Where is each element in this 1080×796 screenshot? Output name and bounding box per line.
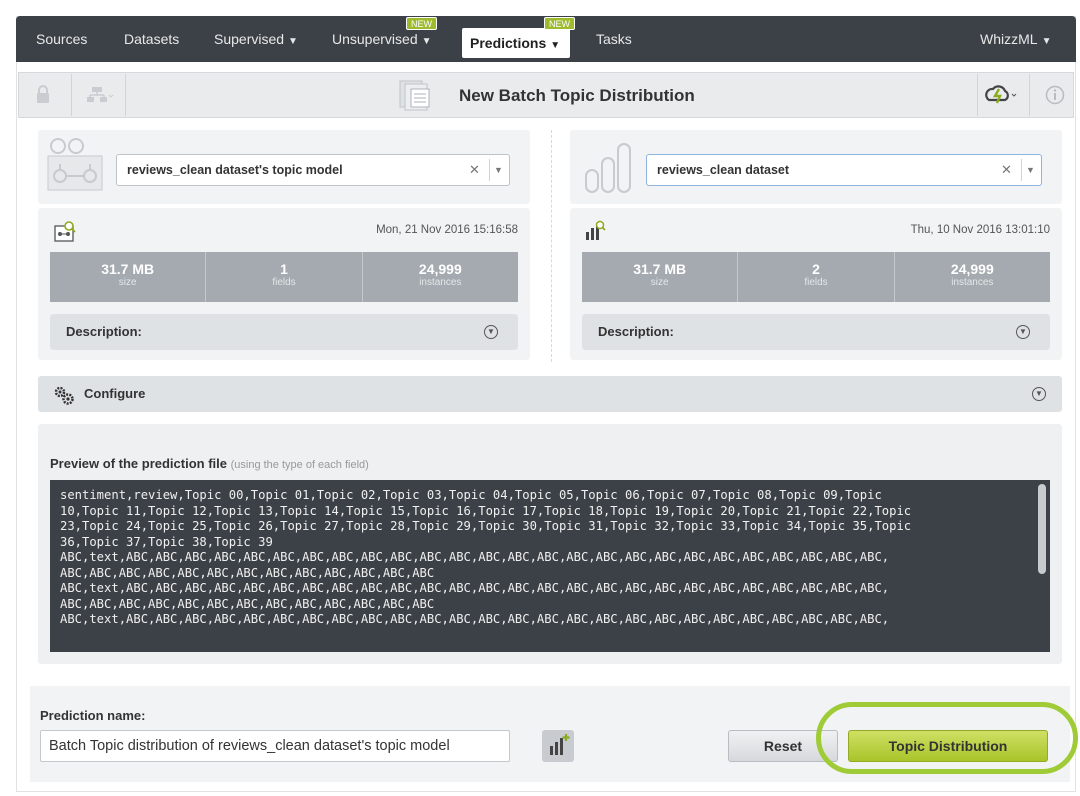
preview-line: ABC,ABC,ABC,ABC,ABC,ABC,ABC,ABC,ABC,ABC,… bbox=[60, 565, 435, 580]
gears-icon bbox=[52, 384, 76, 409]
info-icon[interactable] bbox=[1045, 85, 1065, 108]
prediction-file-preview: Preview of the prediction file (using th… bbox=[38, 424, 1062, 664]
stat-label: instances bbox=[419, 277, 462, 288]
preview-line: ABC,text,ABC,ABC,ABC,ABC,ABC,ABC,ABC,ABC… bbox=[60, 612, 890, 626]
add-dataset-button[interactable] bbox=[542, 730, 574, 762]
nav-predictions[interactable]: Predictions ▼ bbox=[462, 28, 571, 58]
preview-line: ABC,ABC,ABC,ABC,ABC,ABC,ABC,ABC,ABC,ABC,… bbox=[60, 596, 435, 611]
stat-label: fields bbox=[804, 277, 828, 288]
new-badge: NEW bbox=[544, 17, 575, 30]
prediction-name-bar: Prediction name: Reset Topic Distributio… bbox=[30, 686, 1078, 782]
chevron-down-circle-icon[interactable]: ▼ bbox=[1016, 325, 1030, 339]
stat-value: 1 bbox=[280, 261, 288, 277]
clear-icon[interactable]: ✕ bbox=[1001, 155, 1012, 185]
dataset-icon bbox=[584, 140, 636, 197]
dataset-stats: 31.7 MB size 2 fields 24,999 instances bbox=[582, 252, 1050, 302]
nav-predictions-label: Predictions bbox=[470, 35, 547, 51]
preview-line: 10,Topic 11,Topic 12,Topic 13,Topic 14,T… bbox=[60, 503, 912, 518]
dataset-description-toggle[interactable]: Description: ▼ bbox=[582, 314, 1050, 350]
topic-model-small-icon[interactable] bbox=[54, 220, 76, 245]
dataset-selector-panel: reviews_clean dataset ✕ ▼ bbox=[570, 130, 1062, 204]
preview-scrollbar[interactable] bbox=[1038, 484, 1046, 574]
chevron-down-icon[interactable]: ▼ bbox=[1021, 159, 1039, 181]
preview-subtitle: (using the type of each field) bbox=[230, 459, 369, 471]
dataset-created-date: Thu, 10 Nov 2016 13:01:10 bbox=[910, 224, 1050, 236]
preview-code-box[interactable]: sentiment,review,Topic 00,Topic 01,Topic… bbox=[50, 480, 1050, 652]
panel-divider bbox=[551, 130, 552, 362]
description-label: Description: bbox=[598, 324, 674, 339]
nav-datasets[interactable]: Datasets bbox=[124, 16, 179, 62]
dataset-select[interactable]: reviews_clean dataset ✕ ▼ bbox=[646, 154, 1042, 186]
cloud-action-icon[interactable] bbox=[985, 84, 1019, 109]
chevron-down-icon: ▼ bbox=[550, 40, 561, 51]
page-title: New Batch Topic Distribution bbox=[459, 86, 695, 105]
stat-value: 31.7 MB bbox=[101, 261, 155, 277]
bar-chart-plus-icon bbox=[550, 734, 570, 755]
divider bbox=[1029, 74, 1030, 116]
stat-value: 24,999 bbox=[418, 261, 462, 277]
batch-prediction-icon bbox=[399, 80, 435, 115]
nav-sources[interactable]: Sources bbox=[36, 16, 87, 62]
model-stats: 31.7 MB size 1 fields 24,999 instances bbox=[50, 252, 518, 302]
stat-value: 31.7 MB bbox=[633, 261, 687, 277]
new-badge: NEW bbox=[406, 17, 437, 30]
preview-line: 36,Topic 37,Topic 38,Topic 39 bbox=[60, 534, 273, 549]
topic-distribution-button[interactable]: Topic Distribution bbox=[848, 730, 1048, 762]
top-navigation: Sources Datasets Supervised ▼ Unsupervise… bbox=[16, 16, 1076, 62]
preview-line: 23,Topic 24,Topic 25,Topic 26,Topic 27,T… bbox=[60, 519, 912, 533]
preview-line: ABC,text,ABC,ABC,ABC,ABC,ABC,ABC,ABC,ABC… bbox=[60, 581, 890, 595]
nav-unsupervised-label: Unsupervised bbox=[332, 31, 418, 47]
nav-whizzml[interactable]: WhizzML ▼ bbox=[980, 16, 1051, 62]
model-created-date: Mon, 21 Nov 2016 15:16:58 bbox=[376, 224, 518, 236]
stat-value: 2 bbox=[812, 261, 820, 277]
description-label: Description: bbox=[66, 324, 142, 339]
stat-instances: 24,999 instances bbox=[363, 252, 518, 302]
stat-fields: 2 fields bbox=[738, 252, 895, 302]
stat-instances: 24,999 instances bbox=[895, 252, 1050, 302]
topic-model-selector-panel: reviews_clean dataset's topic model ✕ ▼ bbox=[38, 130, 530, 204]
chevron-down-circle-icon[interactable]: ▼ bbox=[1032, 387, 1046, 401]
stat-label: fields bbox=[272, 277, 296, 288]
selected-dataset: reviews_clean dataset bbox=[657, 163, 790, 177]
dataset-info-panel: Thu, 10 Nov 2016 13:01:10 31.7 MB size 2f… bbox=[570, 208, 1062, 360]
nav-supervised[interactable]: Supervised ▼ bbox=[214, 16, 298, 62]
chevron-down-icon: ▼ bbox=[421, 36, 432, 47]
stat-size: 31.7 MB size bbox=[50, 252, 207, 302]
topic-model-select[interactable]: reviews_clean dataset's topic model ✕ ▼ bbox=[116, 154, 510, 186]
chevron-down-icon[interactable]: ▼ bbox=[489, 159, 507, 181]
tree-view-icon[interactable] bbox=[85, 85, 115, 108]
model-description-toggle[interactable]: Description: ▼ bbox=[50, 314, 518, 350]
preview-title-text: Preview of the prediction file bbox=[50, 456, 227, 471]
stat-label: instances bbox=[951, 277, 994, 288]
topic-model-icon bbox=[46, 136, 104, 195]
preview-line: ABC,text,ABC,ABC,ABC,ABC,ABC,ABC,ABC,ABC… bbox=[60, 550, 890, 564]
configure-toggle[interactable]: Configure ▼ bbox=[38, 376, 1062, 412]
clear-icon[interactable]: ✕ bbox=[469, 155, 480, 185]
configure-label: Configure bbox=[84, 386, 146, 401]
divider bbox=[71, 74, 72, 116]
chevron-down-circle-icon[interactable]: ▼ bbox=[484, 325, 498, 339]
chevron-down-icon: ▼ bbox=[1041, 36, 1052, 47]
preview-title: Preview of the prediction file (using th… bbox=[50, 456, 369, 471]
divider bbox=[125, 74, 126, 116]
stat-fields: 1 fields bbox=[206, 252, 363, 302]
prediction-name-label: Prediction name: bbox=[40, 708, 146, 723]
stat-size: 31.7 MB size bbox=[582, 252, 739, 302]
stat-label: size bbox=[650, 277, 669, 288]
preview-line: sentiment,review,Topic 00,Topic 01,Topic… bbox=[60, 488, 882, 502]
selected-topic-model: reviews_clean dataset's topic model bbox=[127, 163, 343, 177]
stat-label: size bbox=[118, 277, 137, 288]
prediction-name-input[interactable] bbox=[40, 730, 510, 762]
nav-whizzml-label: WhizzML bbox=[980, 31, 1038, 47]
lock-icon[interactable] bbox=[35, 85, 51, 108]
chevron-down-icon: ▼ bbox=[288, 36, 298, 47]
divider bbox=[977, 74, 978, 116]
topic-model-info-panel: Mon, 21 Nov 2016 15:16:58 31.7 MB size 1f… bbox=[38, 208, 530, 360]
nav-supervised-label: Supervised bbox=[214, 31, 285, 47]
dataset-small-icon[interactable] bbox=[584, 220, 606, 245]
title-bar: New Batch Topic Distribution bbox=[18, 72, 1074, 118]
stat-value: 24,999 bbox=[950, 261, 994, 277]
preview-code: sentiment,review,Topic 00,Topic 01,Topic… bbox=[50, 480, 1050, 636]
nav-tasks[interactable]: Tasks bbox=[596, 16, 632, 62]
